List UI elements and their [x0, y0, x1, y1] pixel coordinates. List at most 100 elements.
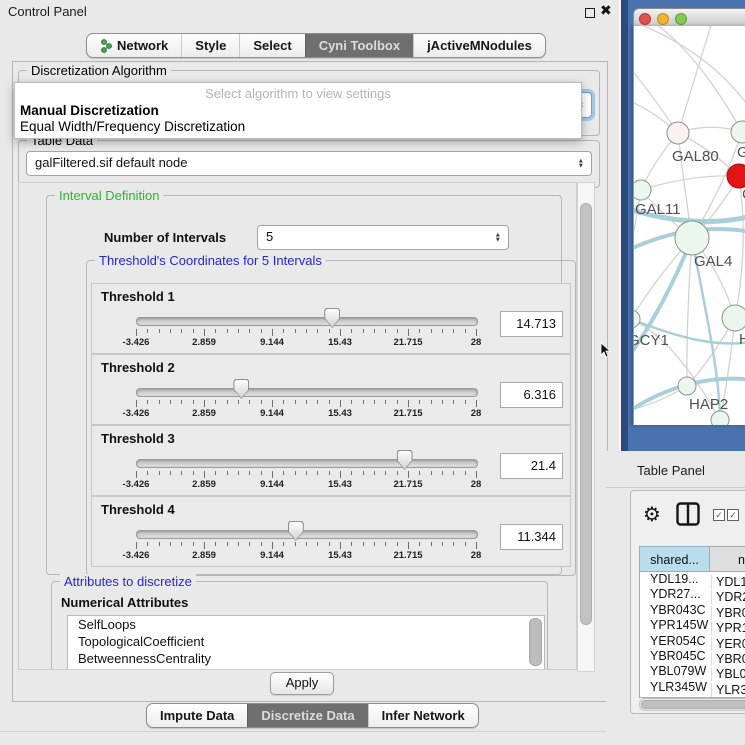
slider-tick [204, 542, 205, 549]
tab-impute-data[interactable]: Impute Data [147, 704, 247, 727]
slider-tick [204, 400, 205, 407]
panel-scrollbar-thumb[interactable] [580, 203, 592, 625]
slider-tick [159, 329, 160, 333]
tab-label: Impute Data [160, 708, 234, 723]
apply-button[interactable]: Apply [270, 672, 334, 695]
control-panel-titlebar: Control Panel ✖ [0, 0, 621, 22]
slider-tick [306, 471, 307, 475]
column-checkbox-icon[interactable]: ✓ [727, 509, 739, 521]
tab-network[interactable]: Network [87, 34, 181, 57]
slider-tick [272, 329, 273, 336]
slider-tick [317, 400, 318, 404]
slider-thumb[interactable] [397, 450, 413, 470]
attribute-list-item[interactable]: TopologicalCoefficient [68, 633, 544, 650]
number-of-intervals-value: 5 [266, 229, 273, 244]
table-data-combobox[interactable]: galFiltered.sif default node ▲▼ [26, 151, 592, 176]
network-node-gal4[interactable] [675, 221, 709, 255]
thresholds-group: Threshold's Coordinates for 5 Intervals … [86, 260, 576, 576]
panel-scrollbar[interactable] [577, 182, 595, 672]
table-rows[interactable]: YDL19...YDL1YDR27...YDR2YBR043CYBR0YPR14… [639, 572, 745, 698]
table-row[interactable]: YDL19...YDL1 [640, 572, 745, 587]
slider-tick [340, 329, 341, 336]
slider-tick-label: 15.43 [328, 479, 352, 490]
tab-discretize-data[interactable]: Discretize Data [247, 704, 367, 727]
network-node[interactable] [711, 411, 729, 425]
table-row[interactable]: YBL079WYBL0 [640, 664, 745, 679]
dropdown-option-manual[interactable]: Manual Discretization [20, 103, 159, 118]
tab-jactivemnodules[interactable]: jActiveMNodules [413, 34, 545, 57]
column-header-shared-name[interactable]: shared... [639, 546, 710, 572]
slider-tick [249, 542, 250, 546]
slider-tick-label: 9.144 [260, 408, 284, 419]
network-desktop-edge [621, 0, 628, 451]
split-columns-icon[interactable] [675, 501, 701, 527]
threshold-label: Threshold 1 [101, 289, 175, 304]
slider-thumb[interactable] [324, 308, 340, 328]
interval-definition-title: Interval Definition [55, 188, 163, 203]
slider-tick [408, 400, 409, 407]
slider-tick-label: 2.859 [192, 337, 216, 348]
slider-tick [170, 400, 171, 404]
tab-infer-network[interactable]: Infer Network [368, 704, 478, 727]
table-row[interactable]: YER054CYER0 [640, 634, 745, 649]
tab-style[interactable]: Style [181, 34, 239, 57]
slider-tick [181, 400, 182, 404]
slider-track[interactable] [136, 459, 478, 468]
slider-tick [215, 471, 216, 475]
slider-track[interactable] [136, 317, 478, 326]
slider-track[interactable] [136, 388, 478, 397]
network-node-hap2[interactable] [678, 377, 696, 395]
gear-icon[interactable]: ⚙ [643, 502, 661, 527]
mac-zoom-icon[interactable] [675, 13, 687, 25]
network-node-label: HAP2 [689, 396, 728, 413]
slider-track[interactable] [136, 530, 478, 539]
mac-close-icon[interactable] [639, 13, 651, 25]
slider-tick [136, 471, 137, 478]
network-node-label: GAL11 [635, 201, 681, 218]
network-node-h[interactable] [722, 305, 745, 331]
network-window-titlebar[interactable] [633, 8, 745, 28]
slider-tick [147, 542, 148, 546]
attribute-list-item[interactable]: BetweennessCentrality [68, 650, 544, 667]
slider-tick [306, 329, 307, 333]
threshold-value-field[interactable]: 11.344 [500, 524, 563, 550]
slider-tick [283, 471, 284, 475]
tab-cyni-toolbox[interactable]: Cyni Toolbox [305, 34, 413, 57]
table-row[interactable]: YLR345WYLR3 [640, 680, 745, 695]
network-node-gcy1[interactable] [634, 310, 640, 328]
slider-tick [385, 400, 386, 404]
table-data-value: galFiltered.sif default node [35, 155, 187, 170]
number-of-intervals-combobox[interactable]: 5 ▲▼ [257, 225, 509, 250]
slider-thumb[interactable] [233, 379, 249, 399]
threshold-value-field[interactable]: 6.316 [500, 382, 563, 408]
attribute-list-item[interactable]: SelfLoops [68, 616, 544, 633]
threshold-label: Threshold 4 [101, 502, 175, 517]
table-horizontal-scrollbar[interactable] [639, 698, 745, 711]
column-checkbox-icon[interactable]: ✓ [713, 509, 725, 521]
tab-label: Cyni Toolbox [319, 38, 400, 53]
tab-select[interactable]: Select [239, 34, 304, 57]
network-node-gal11[interactable] [634, 180, 651, 200]
table-scrollbar-thumb[interactable] [641, 700, 745, 709]
threshold-value-field[interactable]: 14.713 [500, 311, 563, 337]
slider-thumb[interactable] [288, 521, 304, 541]
numerical-attributes-list[interactable]: SelfLoopsTopologicalCoefficientBetweenne… [67, 615, 545, 670]
threshold-value-field[interactable]: 21.4 [500, 453, 563, 479]
table-row[interactable]: YDR27...YDR2 [640, 587, 745, 602]
column-header-name[interactable]: na [710, 546, 745, 572]
close-icon[interactable]: ✖ [600, 2, 612, 19]
table-row[interactable]: YBR045CYBR0 [640, 649, 745, 664]
table-row[interactable]: YBR043CYBR0 [640, 603, 745, 618]
float-window-icon[interactable] [585, 8, 595, 18]
dropdown-option-equal-width[interactable]: Equal Width/Frequency Discretization [20, 119, 245, 134]
combo-stepper-icon: ▲▼ [578, 158, 584, 169]
slider-tick-label: 2.859 [192, 408, 216, 419]
network-node-gal80[interactable] [667, 122, 689, 144]
list-scrollbar[interactable] [529, 618, 542, 666]
threshold-panel-2: Threshold 2-3.4262.8599.14415.4321.71528… [91, 354, 571, 425]
table-row[interactable]: YPR145WYPR1 [640, 618, 745, 633]
network-canvas[interactable]: GAL80GACGAL11GAL4GCY1HHAP2 [633, 26, 745, 425]
slider-tick [340, 471, 341, 478]
mac-minimize-icon[interactable] [657, 13, 669, 25]
network-node-ga[interactable] [731, 121, 745, 143]
